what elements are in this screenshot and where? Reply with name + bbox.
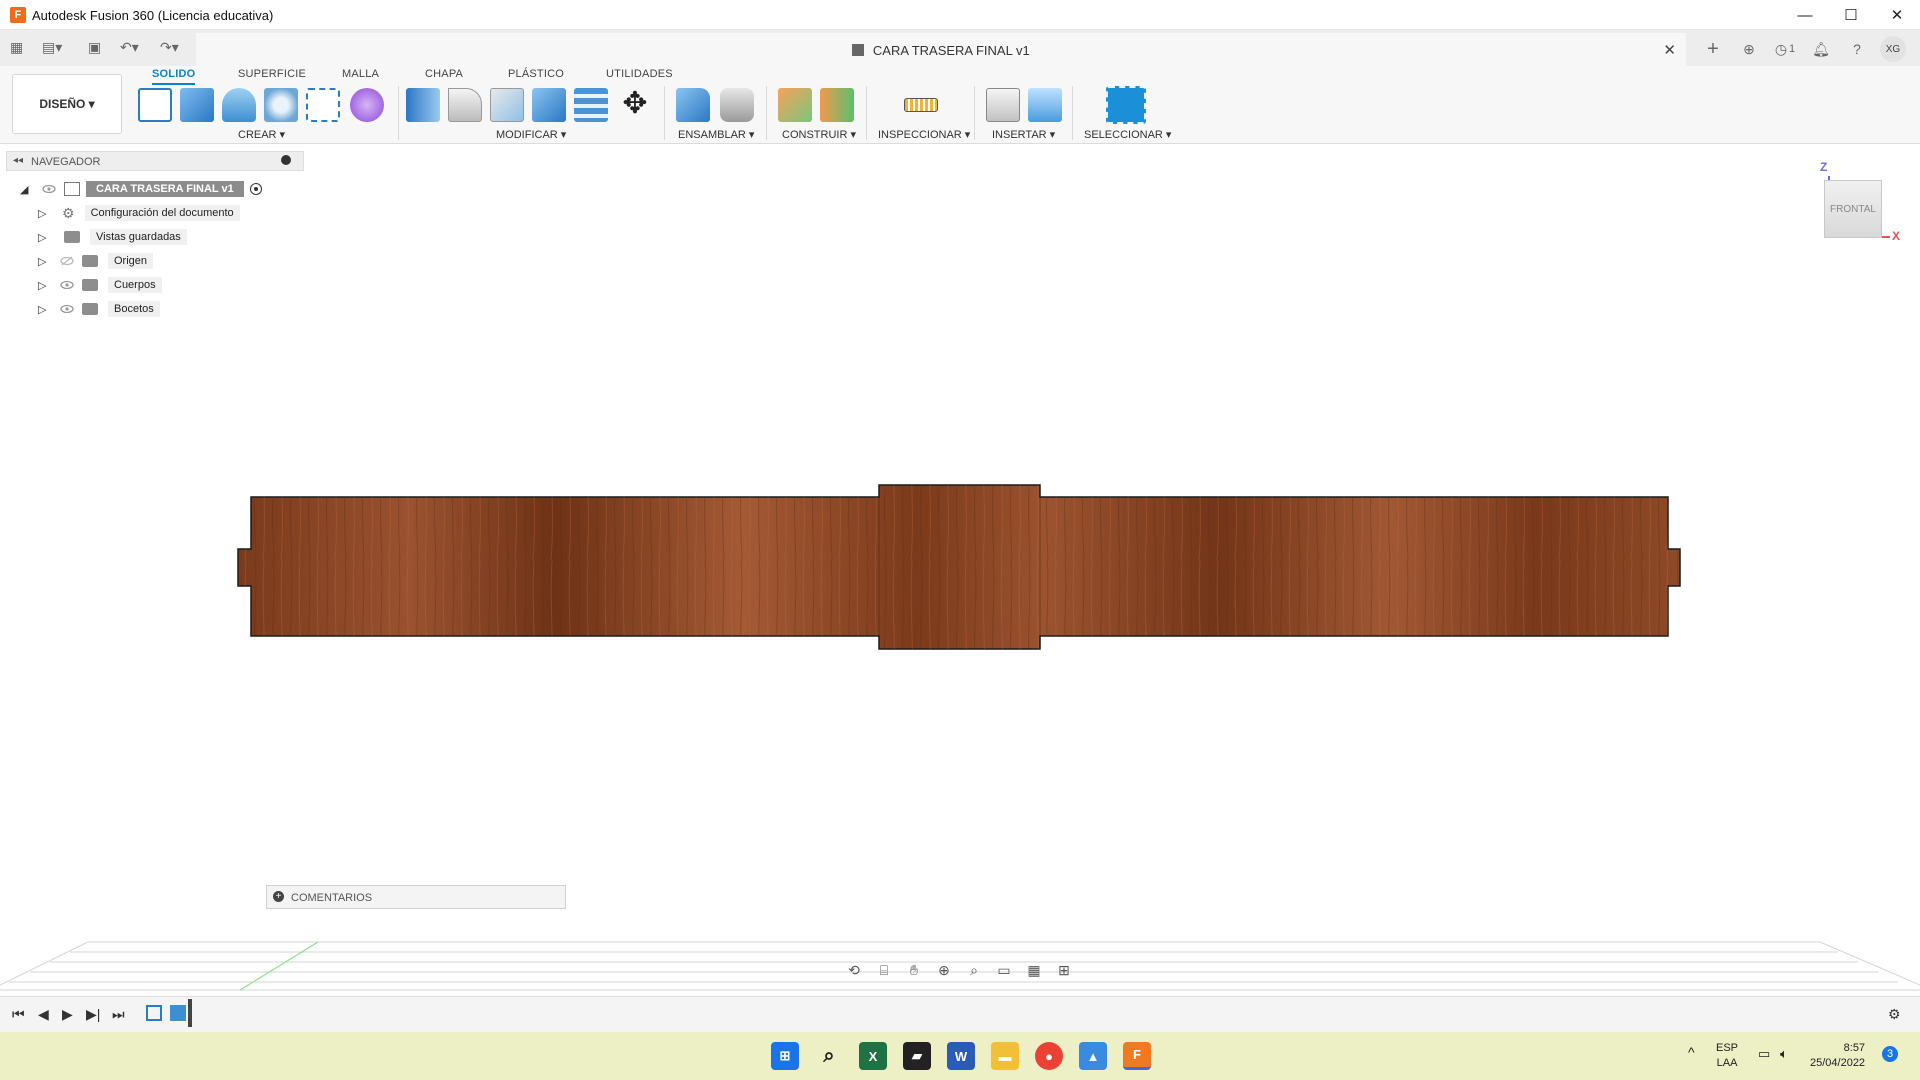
timeline-extrude-icon[interactable] xyxy=(170,1005,186,1021)
y-axis-green-line xyxy=(239,941,319,991)
language-code: ESP xyxy=(1716,1042,1739,1054)
model-viewport[interactable] xyxy=(0,0,1920,1080)
search-icon[interactable]: ⌕ xyxy=(815,1042,843,1070)
comments-label: COMENTARIOS xyxy=(291,892,373,904)
look-at-icon[interactable]: ⌸ xyxy=(872,960,896,980)
viewports-icon[interactable]: ⊞ xyxy=(1052,960,1076,980)
zoom-window-icon[interactable]: ⌕ xyxy=(962,960,986,980)
fusion-taskbar-icon[interactable]: F xyxy=(1123,1042,1151,1070)
timeline-settings-gear-icon[interactable]: ⚙ xyxy=(1888,1006,1901,1023)
zoom-icon[interactable]: ⊕ xyxy=(932,960,956,980)
file-explorer-icon[interactable]: ▬ xyxy=(991,1042,1019,1070)
volume-icon[interactable]: 🔈︎ xyxy=(1780,1046,1788,1062)
timeline-play-icon[interactable]: ▶ xyxy=(62,1006,73,1023)
word-app-icon[interactable]: W xyxy=(947,1042,975,1070)
comments-panel[interactable]: + COMENTARIOS xyxy=(266,885,566,909)
wood-grain-overlay xyxy=(238,485,1680,649)
network-icon[interactable]: ▭ xyxy=(1758,1046,1770,1062)
chrome-app-icon[interactable]: ● xyxy=(1035,1042,1063,1070)
clock[interactable]: 8:57 25/04/2022 xyxy=(1810,1042,1865,1069)
clock-date: 25/04/2022 xyxy=(1810,1057,1866,1069)
pan-hand-icon[interactable]: ✋︎ xyxy=(902,960,926,980)
keyboard-layout: LAA xyxy=(1716,1057,1738,1069)
timeline-first-icon[interactable]: ⏮ xyxy=(12,1006,25,1023)
tray-overflow-chevron-icon[interactable]: ^ xyxy=(1688,1044,1695,1060)
windows-start-icon[interactable]: ⊞ xyxy=(771,1042,799,1070)
windows-taskbar: ⊞ ⌕ X ▰ W ▬ ● ▲ F ^ ESP LAA ▭ 🔈︎ 8:57 25… xyxy=(0,1032,1920,1080)
language-indicator[interactable]: ESP LAA xyxy=(1716,1042,1738,1069)
timeline-next-icon[interactable]: ▶| xyxy=(86,1006,100,1023)
clock-time: 8:57 xyxy=(1843,1042,1866,1054)
sticky-notes-app-icon[interactable]: ▰ xyxy=(903,1042,931,1070)
timeline-previous-icon[interactable]: ◀ xyxy=(38,1006,49,1023)
add-comment-icon[interactable]: + xyxy=(273,891,284,902)
grid-settings-icon[interactable]: ▦ xyxy=(1022,960,1046,980)
timeline-last-icon[interactable]: ⏭ xyxy=(112,1006,125,1023)
timeline-bar: ⏮ ◀ ▶ ▶| ⏭ ⚙ xyxy=(0,996,1920,1032)
photos-app-icon[interactable]: ▲ xyxy=(1079,1042,1107,1070)
display-settings-icon[interactable]: ▭ xyxy=(992,960,1016,980)
excel-app-icon[interactable]: X xyxy=(859,1042,887,1070)
viewport-navigation-bar: ⟲ ⌸ ✋︎ ⊕ ⌕ ▭ ▦ ⊞ xyxy=(842,960,1076,980)
orbit-icon[interactable]: ⟲ xyxy=(842,960,866,980)
notification-badge[interactable]: 3 xyxy=(1882,1046,1898,1062)
timeline-marker-icon[interactable] xyxy=(188,999,192,1027)
timeline-sketch-icon[interactable] xyxy=(146,1005,162,1021)
